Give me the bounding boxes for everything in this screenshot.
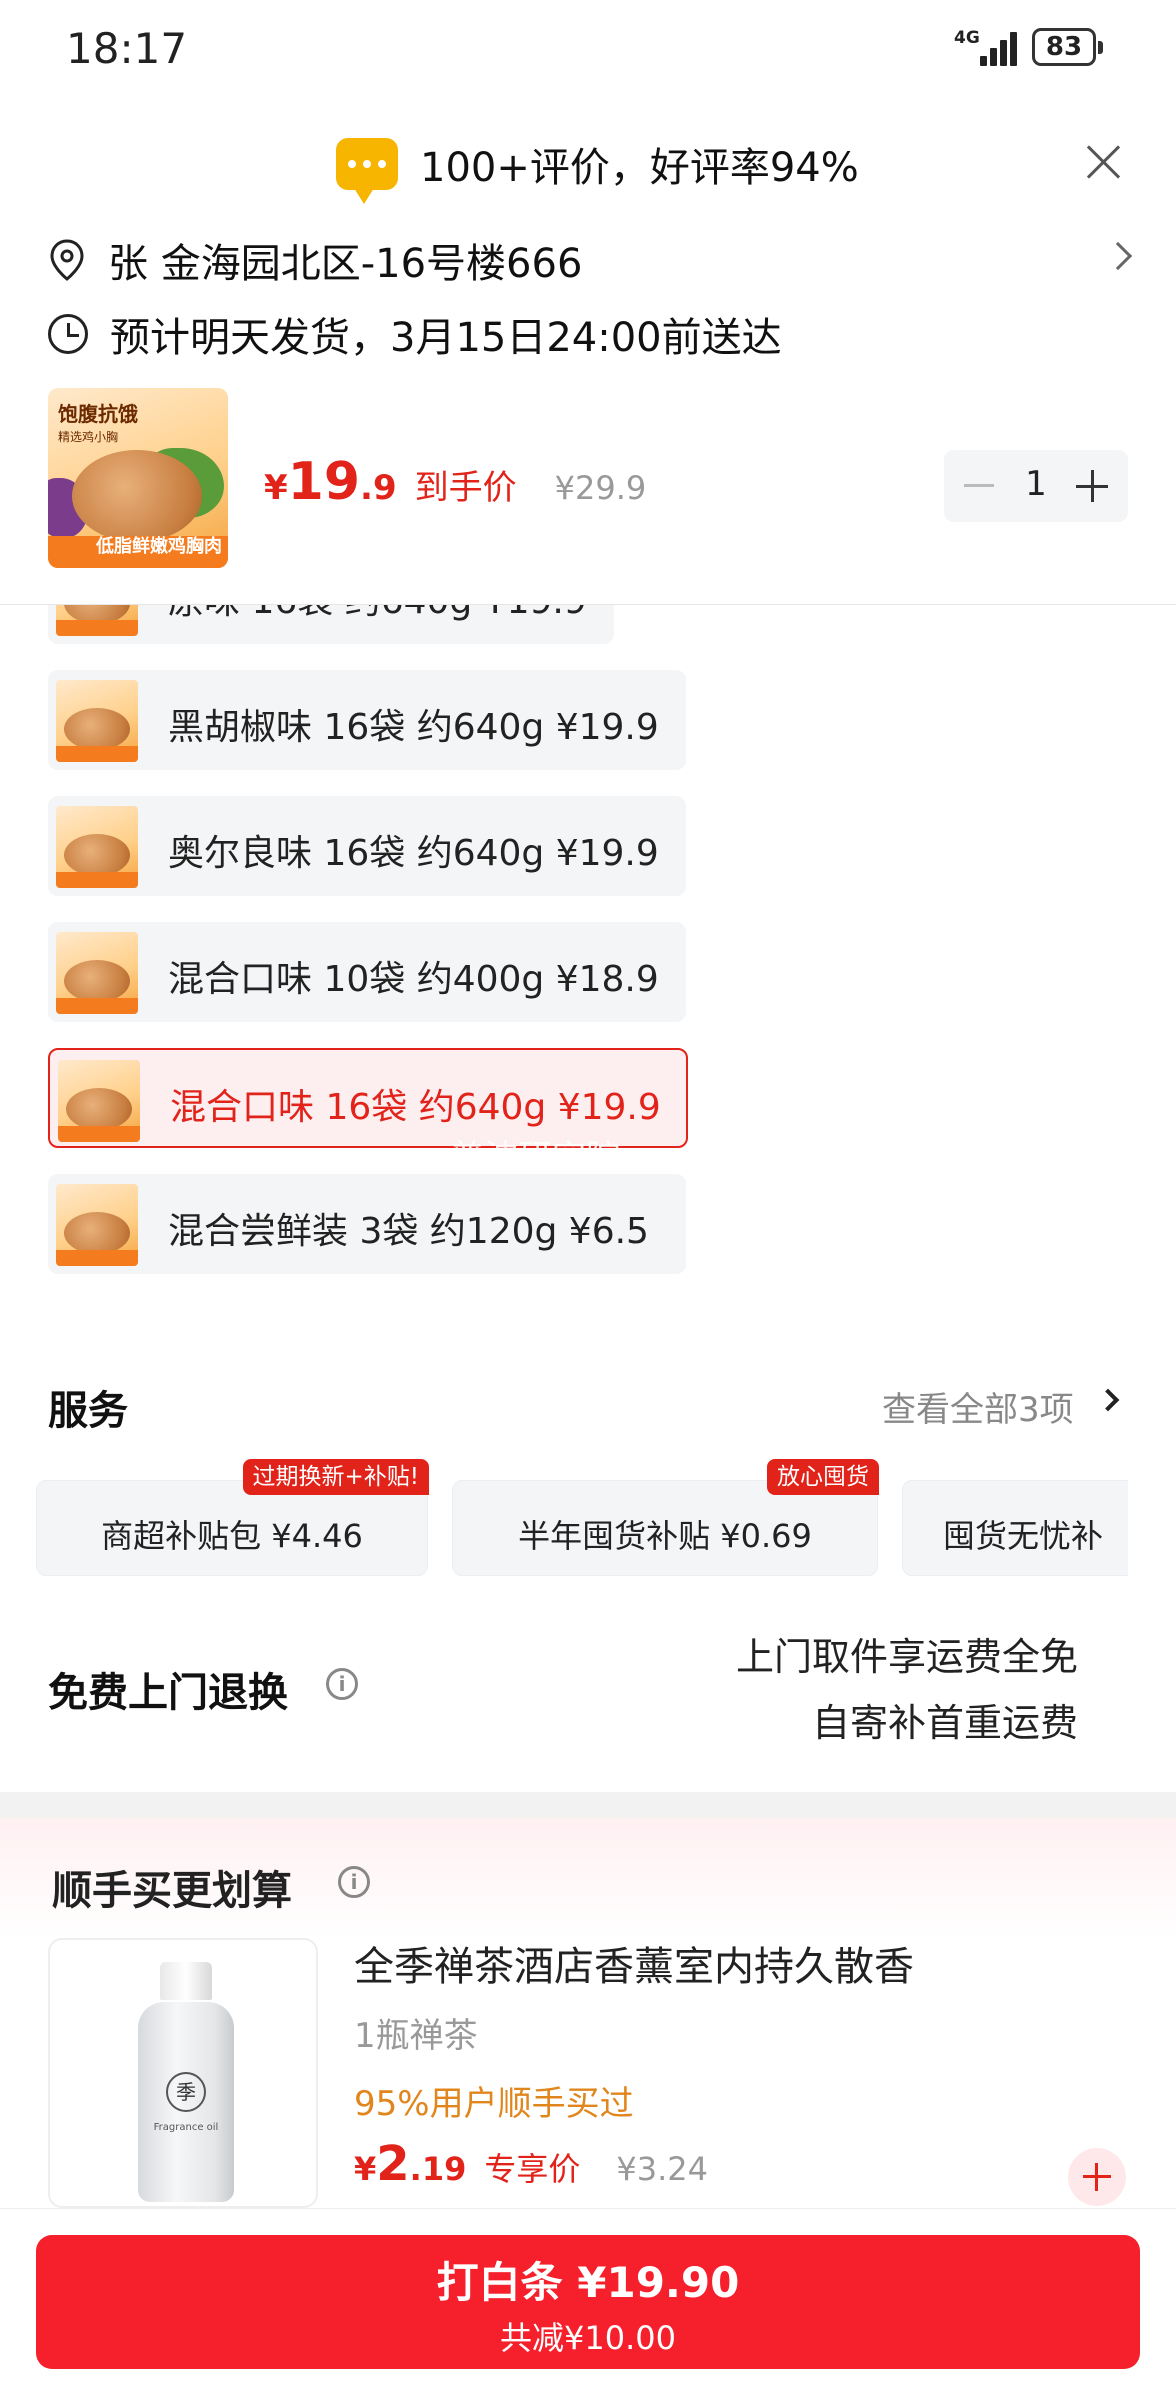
- variant-thumbnail: [56, 604, 138, 636]
- variant-label: 混合尝鲜装 3袋 约120g ¥6.5: [168, 1211, 649, 1252]
- status-time: 18:17: [66, 24, 188, 73]
- add-to-cart-button[interactable]: [1068, 2148, 1126, 2206]
- variant-option[interactable]: 原味 16袋 约640g ¥19.9: [48, 604, 614, 644]
- chevron-right-icon[interactable]: [1096, 1388, 1120, 1412]
- services-row: 商超补贴包 ¥4.46 过期换新+补贴! 半年囤货补贴 ¥0.69 放心囤货 囤…: [36, 1456, 1128, 1576]
- product-price: ¥ 19 .9 到手价 ¥29.9: [264, 452, 646, 522]
- info-icon[interactable]: i: [326, 1668, 358, 1700]
- price-label: 专享价: [484, 2150, 581, 2188]
- chat-bubble-icon: [336, 138, 398, 204]
- price-currency: ¥: [264, 468, 288, 508]
- price-integer: 2: [376, 2136, 410, 2192]
- service-card-2[interactable]: 半年囤货补贴 ¥0.69 放心囤货: [452, 1459, 879, 1576]
- variant-label: 混合口味 16袋 约640g ¥19.9: [170, 1087, 661, 1128]
- location-pin-icon: [50, 239, 84, 281]
- shipping-text: 预计明天发货，3月15日24:00前送达: [110, 315, 782, 361]
- pay-button[interactable]: 打白条 ¥19.90 共减¥10.00: [36, 2235, 1140, 2369]
- bundle-section: 顺手买更划算 i 季 Fragrance oil 全季禅茶酒店香薰室内持久散香 …: [0, 1818, 1176, 2218]
- variant-option[interactable]: 黑胡椒味 16袋 约640g ¥19.9: [48, 670, 686, 770]
- info-icon[interactable]: i: [338, 1866, 370, 1898]
- variant-thumbnail: [58, 1060, 140, 1142]
- variant-thumbnail: [56, 932, 138, 1014]
- variant-option[interactable]: 奥尔良味 16袋 约640g ¥19.9: [48, 796, 686, 896]
- quantity-value[interactable]: 1: [1024, 464, 1048, 504]
- variant-thumbnail: [56, 806, 138, 888]
- pay-button-label: 打白条 ¥19.90: [436, 2258, 740, 2307]
- service-label: 商超补贴包 ¥4.46: [101, 1517, 363, 1555]
- original-price: ¥29.9: [554, 469, 647, 507]
- signal-icon: [980, 28, 1020, 66]
- service-card-3[interactable]: 囤货无忧补: [902, 1480, 1128, 1576]
- shipping-row: 预计明天发货，3月15日24:00前送达: [48, 302, 782, 366]
- address-text: 张 金海园北区-16号楼666: [108, 241, 583, 287]
- bundle-product-name[interactable]: 全季禅茶酒店香薰室内持久散香: [354, 1934, 914, 1992]
- variant-thumbnail: [56, 1184, 138, 1266]
- variant-option[interactable]: 混合口味 10袋 约400g ¥18.9: [48, 922, 686, 1022]
- price-integer: 19: [287, 452, 361, 512]
- watermark: 普波研究院: [450, 1138, 620, 1178]
- variant-options: 原味 16袋 约640g ¥19.9 黑胡椒味 16袋 约640g ¥19.9 奥尔…: [48, 560, 748, 1320]
- service-tag: 过期换新+补贴!: [242, 1459, 429, 1495]
- bottle-image: 季 Fragrance oil: [138, 1962, 234, 2202]
- section-gap: [0, 1792, 1176, 1818]
- service-label: 半年囤货补贴 ¥0.69: [518, 1517, 812, 1555]
- bundle-product-spec: 1瓶禅茶: [354, 2016, 478, 2056]
- close-icon[interactable]: [1084, 142, 1124, 182]
- original-price: ¥3.24: [616, 2150, 708, 2188]
- service-label: 囤货无忧补: [943, 1517, 1104, 1555]
- variant-option[interactable]: 混合尝鲜装 3袋 约120g ¥6.5: [48, 1174, 686, 1274]
- variant-thumbnail: [56, 680, 138, 762]
- footer-bar: 打白条 ¥19.90 共减¥10.00: [0, 2208, 1176, 2400]
- product-thumbnail: 饱腹抗饿 精选鸡小胸 低脂鲜嫩鸡胸肉: [48, 388, 228, 568]
- price-label: 到手价: [414, 468, 517, 508]
- bundle-title: 顺手买更划算: [52, 1868, 292, 1914]
- clock-icon: [48, 314, 88, 354]
- header-divider: [0, 604, 1176, 605]
- bundle-bought-text: 95%用户顺手买过: [354, 2084, 634, 2124]
- minus-icon[interactable]: [964, 484, 994, 487]
- service-card-1[interactable]: 商超补贴包 ¥4.46 过期换新+补贴!: [36, 1459, 429, 1576]
- chevron-right-icon: [1103, 241, 1133, 271]
- return-line-1: 上门取件享运费全免: [735, 1635, 1078, 1679]
- variant-label: 原味 16袋 约640g ¥19.9: [168, 604, 587, 624]
- bottle-label: Fragrance oil: [153, 2122, 219, 2133]
- quantity-stepper[interactable]: 1: [944, 450, 1128, 522]
- pay-discount-label: 共减¥10.00: [500, 2319, 676, 2357]
- thumb-subtitle: 精选鸡小胸: [58, 430, 119, 444]
- variant-label: 黑胡椒味 16袋 约640g ¥19.9: [168, 707, 659, 748]
- bundle-price: ¥ 2 .19 专享价 ¥3.24: [354, 2136, 708, 2196]
- bottle-logo: 季: [166, 2072, 206, 2112]
- status-bar: 18:17 4G 83: [0, 0, 1176, 100]
- thumb-bottom-text: 低脂鲜嫩鸡胸肉: [96, 536, 222, 557]
- rating-summary[interactable]: 100+评价，好评率94%: [336, 132, 859, 204]
- services-view-all[interactable]: 查看全部3项: [882, 1382, 1074, 1431]
- variant-label: 混合口味 10袋 约400g ¥18.9: [168, 959, 659, 1000]
- thumb-title: 饱腹抗饿: [58, 402, 138, 426]
- bundle-product-image[interactable]: 季 Fragrance oil: [48, 1938, 318, 2208]
- free-return-title: 免费上门退换: [48, 1670, 288, 1716]
- price-decimal: .9: [360, 468, 397, 508]
- address-row[interactable]: 张 金海园北区-16号楼666: [48, 228, 1138, 292]
- battery-icon: 83: [1032, 28, 1103, 66]
- return-line-2: 自寄补首重运费: [811, 1701, 1078, 1745]
- price-decimal: .19: [409, 2150, 467, 2188]
- variant-label: 奥尔良味 16袋 约640g ¥19.9: [168, 833, 659, 874]
- plus-icon[interactable]: [1076, 470, 1108, 502]
- service-tag: 放心囤货: [767, 1459, 879, 1495]
- price-currency: ¥: [354, 2150, 377, 2188]
- rating-text: 100+评价，好评率94%: [420, 145, 859, 191]
- network-indicator: 4G: [954, 28, 980, 48]
- services-title: 服务: [48, 1388, 128, 1434]
